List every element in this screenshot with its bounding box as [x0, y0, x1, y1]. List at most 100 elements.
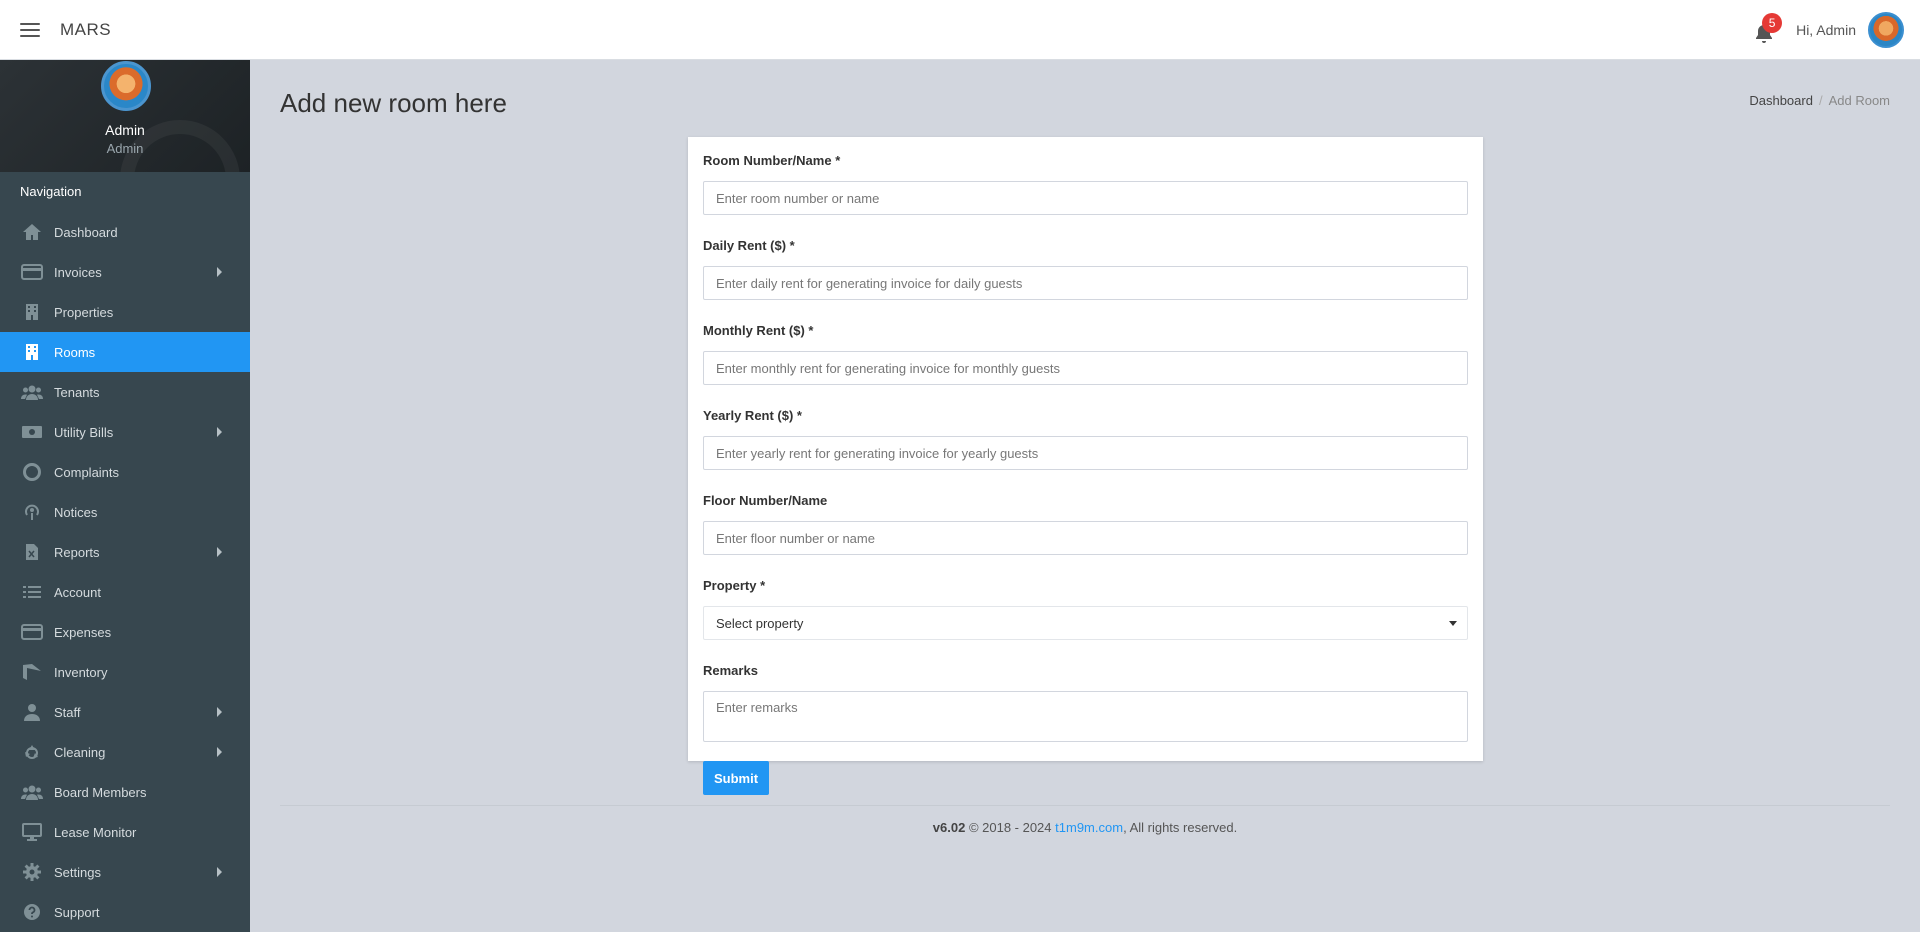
user-greeting[interactable]: Hi, Admin [1796, 22, 1856, 38]
notification-count-badge: 5 [1762, 12, 1783, 33]
credit-card-icon [20, 623, 44, 641]
sidebar-item-label: Support [54, 904, 100, 920]
remarks-field: Remarks [703, 663, 1468, 761]
profile-avatar [101, 61, 151, 111]
monthly-rent-input[interactable] [703, 351, 1468, 385]
sidebar-item-label: Cleaning [54, 744, 106, 760]
footer-link[interactable]: t1m9m.com [1055, 820, 1123, 835]
property-field: Property * Select property [703, 578, 1468, 640]
daily-rent-input[interactable] [703, 266, 1468, 300]
sidebar-item-label: Rooms [54, 344, 96, 360]
podcast-icon [20, 503, 44, 521]
room-field: Room Number/Name * [703, 153, 1468, 238]
sidebar-item-label: Lease Monitor [54, 824, 137, 840]
sidebar-item-tenants[interactable]: Tenants [0, 372, 250, 412]
yearly-rent-label: Yearly Rent ($) * [703, 408, 802, 423]
user-avatar[interactable] [1868, 11, 1904, 48]
profile-name: Admin [105, 122, 145, 138]
credit-card-icon [20, 263, 44, 281]
footer: v6.02 © 2018 - 2024 t1m9m.com, All right… [280, 805, 1890, 835]
sidebar-item-expenses[interactable]: Expenses [0, 612, 250, 652]
sidebar-item-label: Account [54, 584, 101, 600]
sidebar-item-complaints[interactable]: Complaints [0, 452, 250, 492]
sidebar-item-cleaning[interactable]: Cleaning [0, 732, 250, 772]
chevron-right-icon [217, 427, 222, 437]
sidebar-item-inventory[interactable]: Inventory [0, 652, 250, 692]
breadcrumb-separator: / [1818, 93, 1823, 108]
sidebar-item-account[interactable]: Account [0, 572, 250, 612]
sidebar-item-label: Settings [54, 864, 101, 880]
question-circle-icon [20, 903, 44, 921]
yearly-rent-field: Yearly Rent ($) * [703, 408, 1468, 493]
list-icon [20, 583, 44, 601]
app-brand[interactable]: MARS [60, 20, 111, 40]
building-icon [20, 303, 44, 321]
top-header: MARS 5 Hi, Admin [0, 0, 1920, 60]
sidebar-item-label: Inventory [54, 664, 108, 680]
chevron-right-icon [217, 867, 222, 877]
gear-icon [20, 863, 44, 881]
sidebar-item-label: Complaints [54, 464, 120, 480]
sidebar-item-label: Staff [54, 704, 81, 720]
property-label: Property * [703, 578, 766, 593]
remarks-label: Remarks [703, 663, 758, 678]
monthly-rent-field: Monthly Rent ($) * [703, 323, 1468, 408]
room-label: Room Number/Name * [703, 153, 841, 168]
building-icon [20, 343, 44, 361]
notifications-button[interactable]: 5 [1748, 12, 1783, 45]
sidebar-item-notices[interactable]: Notices [0, 492, 250, 532]
submit-button[interactable]: Submit [703, 761, 769, 795]
sidebar-item-label: Properties [54, 304, 114, 320]
sidebar-item-board-members[interactable]: Board Members [0, 772, 250, 812]
hamburger-menu-icon[interactable] [20, 22, 40, 37]
desktop-icon [20, 823, 44, 841]
chevron-right-icon [217, 707, 222, 717]
file-excel-icon [20, 543, 44, 561]
nav-section-title: Navigation [0, 172, 250, 212]
sidebar-item-lease-monitor[interactable]: Lease Monitor [0, 812, 250, 852]
main-content: Add new room here Dashboard / Add Room Roo… [250, 60, 1920, 932]
sidebar-item-label: Expenses [54, 624, 112, 640]
add-room-form-card: Room Number/Name * Daily Rent ($) * Mont… [688, 137, 1483, 795]
chevron-right-icon [217, 547, 222, 557]
footer-version: v6.02 [932, 820, 966, 835]
money-bill-icon [20, 423, 44, 441]
sidebar-item-support[interactable]: Support [0, 892, 250, 932]
breadcrumb-current: Add Room [1828, 93, 1890, 108]
lifebuoy-icon [20, 463, 44, 481]
sidebar-item-label: Notices [54, 504, 98, 520]
sidebar-item-rooms[interactable]: Rooms [0, 332, 250, 372]
floor-input[interactable] [703, 521, 1468, 555]
remarks-input[interactable] [703, 691, 1468, 742]
chevron-right-icon [217, 747, 222, 757]
sidebar-item-reports[interactable]: Reports [0, 532, 250, 572]
sidebar-item-label: Board Members [54, 784, 147, 800]
property-select[interactable]: Select property [703, 606, 1468, 640]
sidebar-item-dashboard[interactable]: Dashboard [0, 212, 250, 252]
footer-rights: , All rights reserved. [1123, 820, 1238, 835]
sidebar: Admin Admin Navigation Dashboard Invoices… [0, 60, 250, 932]
sidebar-item-label: Utility Bills [54, 424, 114, 440]
daily-rent-label: Daily Rent ($) * [703, 238, 795, 253]
sidebar-item-properties[interactable]: Properties [0, 292, 250, 332]
sidebar-item-invoices[interactable]: Invoices [0, 252, 250, 292]
yearly-rent-input[interactable] [703, 436, 1468, 470]
sidebar-item-utility-bills[interactable]: Utility Bills [0, 412, 250, 452]
daily-rent-field: Daily Rent ($) * [703, 238, 1468, 323]
breadcrumb-dashboard-link[interactable]: Dashboard [1749, 93, 1813, 108]
footer-copyright: © 2018 - 2024 [968, 820, 1052, 835]
users-icon [20, 783, 44, 801]
page-title: Add new room here [280, 88, 507, 118]
tag-icon [20, 663, 44, 681]
sidebar-item-settings[interactable]: Settings [0, 852, 250, 892]
property-select-value: Select property [716, 615, 804, 631]
sidebar-item-label: Invoices [54, 264, 102, 280]
nav-list: Dashboard Invoices Properties Rooms Tenants U… [0, 212, 250, 932]
monthly-rent-label: Monthly Rent ($) * [703, 323, 814, 338]
sidebar-profile: Admin Admin [0, 60, 250, 172]
breadcrumb: Dashboard / Add Room [1749, 93, 1890, 108]
sidebar-item-staff[interactable]: Staff [0, 692, 250, 732]
room-input[interactable] [703, 181, 1468, 215]
chevron-down-icon [1449, 621, 1457, 626]
header-user-area: 5 Hi, Admin [1748, 11, 1904, 48]
